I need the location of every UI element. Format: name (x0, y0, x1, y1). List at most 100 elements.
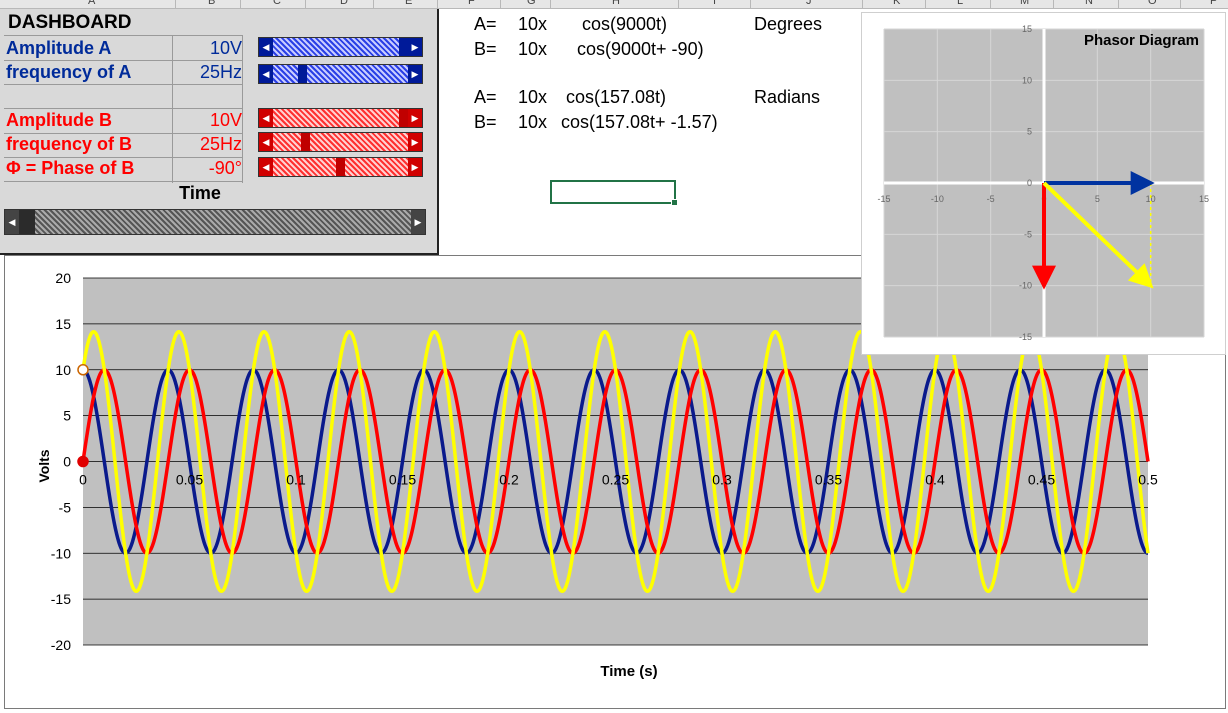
frequency-b-value: 25Hz (199, 134, 242, 154)
x-tick-label: 0.5 (1138, 472, 1158, 488)
row-divider (4, 60, 242, 61)
scroll-left-icon[interactable]: ◀ (5, 210, 19, 234)
amplitude-b-slider[interactable]: ◀ ▶ (258, 108, 423, 128)
frequency-b-slider[interactable]: ◀ ▶ (258, 132, 423, 152)
column-divider (437, 0, 438, 8)
scroll-right-icon[interactable]: ▶ (408, 158, 422, 176)
y-tick-label: 15 (55, 316, 71, 332)
row-divider (4, 35, 242, 36)
y-tick-label: -5 (59, 499, 72, 515)
amplitude-b-label: Amplitude B (6, 110, 112, 130)
selected-cell[interactable] (550, 180, 678, 206)
column-letter[interactable]: P (1210, 0, 1217, 7)
column-letter[interactable]: N (1085, 0, 1093, 7)
y-tick-label: -10 (51, 545, 71, 561)
column-letter[interactable]: H (612, 0, 620, 7)
row-divider (4, 108, 242, 109)
eq-deg-b-prefix: B= (474, 39, 497, 59)
column-divider (862, 0, 863, 8)
eq-deg-a-amp: 10x (518, 14, 548, 34)
eq-rad-b-amp: 10x (518, 112, 548, 132)
slider-thumb[interactable] (399, 109, 408, 127)
scroll-left-icon[interactable]: ◀ (259, 158, 273, 176)
slider-thumb[interactable] (300, 133, 310, 151)
phase-b-slider[interactable]: ◀ ▶ (258, 157, 423, 177)
column-divider (305, 0, 306, 8)
column-divider (1118, 0, 1119, 8)
amplitude-a-label: Amplitude A (6, 38, 112, 58)
y-tick-label: -20 (51, 637, 71, 653)
column-letter[interactable]: M (1020, 0, 1029, 7)
x-tick-label: 0.15 (389, 472, 416, 488)
slider-thumb[interactable] (399, 38, 408, 56)
x-tick-label: 0.35 (815, 472, 842, 488)
frequency-a-label: frequency of A (6, 62, 132, 82)
column-letter[interactable]: I (713, 0, 716, 7)
time-label: Time (179, 183, 221, 203)
eq-radians-unit: Radians (754, 87, 821, 107)
column-letter[interactable]: O (1148, 0, 1157, 7)
eq-rad-b-expr: cos(157.08t+ -1.57) (561, 112, 718, 132)
y-axis-label: Volts (36, 449, 52, 482)
amplitude-a-value: 10V (209, 38, 242, 58)
scroll-left-icon[interactable]: ◀ (259, 109, 273, 127)
scroll-right-icon[interactable]: ▶ (408, 65, 422, 83)
frequency-a-value: 25Hz (199, 62, 242, 82)
column-divider (750, 0, 751, 8)
column-letter[interactable]: B (208, 0, 215, 7)
x-tick-label: 0.45 (1028, 472, 1055, 488)
phase-b-value: -90° (208, 158, 242, 178)
y-tick-label: 0 (1027, 178, 1032, 188)
y-tick-label: -15 (51, 591, 71, 607)
data-marker (77, 455, 89, 468)
column-divider (550, 0, 551, 8)
amplitude-a-slider[interactable]: ◀ ▶ (258, 37, 423, 57)
time-slider[interactable]: ◀ ▶ (4, 209, 426, 235)
x-tick-label: -5 (987, 194, 995, 204)
column-letter[interactable]: L (957, 0, 963, 7)
slider-thumb[interactable] (298, 65, 308, 83)
phasor-diagram-panel[interactable]: -15-10-5051015151050-5-10-15 Phasor Diag… (861, 12, 1226, 355)
slider-thumb[interactable] (336, 158, 345, 176)
scroll-right-icon[interactable]: ▶ (408, 109, 422, 127)
x-tick-label: -10 (931, 194, 944, 204)
scroll-right-icon[interactable]: ▶ (408, 38, 422, 56)
column-letter[interactable]: E (405, 0, 412, 7)
x-tick-label: 0.05 (176, 472, 203, 488)
column-divider (678, 0, 679, 8)
column-divider (175, 0, 176, 8)
eq-rad-b-prefix: B= (474, 112, 497, 132)
phase-b-label: Φ = Phase of B (6, 158, 135, 178)
dashboard-panel: DASHBOARD Amplitude A 10V frequency of A… (0, 9, 439, 255)
column-letter[interactable]: D (340, 0, 348, 7)
row-divider (4, 181, 242, 182)
column-letter[interactable]: G (527, 0, 536, 7)
y-tick-label: -15 (1019, 332, 1032, 342)
column-letter[interactable]: A (88, 0, 95, 7)
column-letter[interactable]: K (893, 0, 900, 7)
slider-thumb[interactable] (19, 210, 35, 234)
scroll-left-icon[interactable]: ◀ (259, 133, 273, 151)
dashboard-title: DASHBOARD (8, 12, 132, 33)
eq-deg-a-prefix: A= (474, 14, 497, 34)
column-divider (1180, 0, 1181, 8)
column-divider (500, 0, 501, 8)
eq-degrees-unit: Degrees (754, 14, 823, 34)
eq-deg-b-amp: 10x (518, 39, 548, 59)
x-tick-label: 0.2 (499, 472, 519, 488)
scroll-left-icon[interactable]: ◀ (259, 65, 273, 83)
x-tick-label: 0.25 (602, 472, 629, 488)
column-letter[interactable]: F (468, 0, 475, 7)
scroll-left-icon[interactable]: ◀ (259, 38, 273, 56)
column-letter[interactable]: J (806, 0, 812, 7)
frequency-a-slider[interactable]: ◀ ▶ (258, 64, 423, 84)
scroll-right-icon[interactable]: ▶ (408, 133, 422, 151)
row-divider (4, 84, 242, 85)
column-divider (990, 0, 991, 8)
scroll-right-icon[interactable]: ▶ (411, 210, 425, 234)
x-axis-label: Time (s) (600, 663, 657, 680)
eq-rad-a-expr: cos(157.08t) (566, 87, 667, 107)
column-header-strip: A B C D E F G H I J K L M N O P (0, 0, 1228, 9)
y-tick-label: 20 (55, 270, 71, 286)
column-letter[interactable]: C (273, 0, 281, 7)
